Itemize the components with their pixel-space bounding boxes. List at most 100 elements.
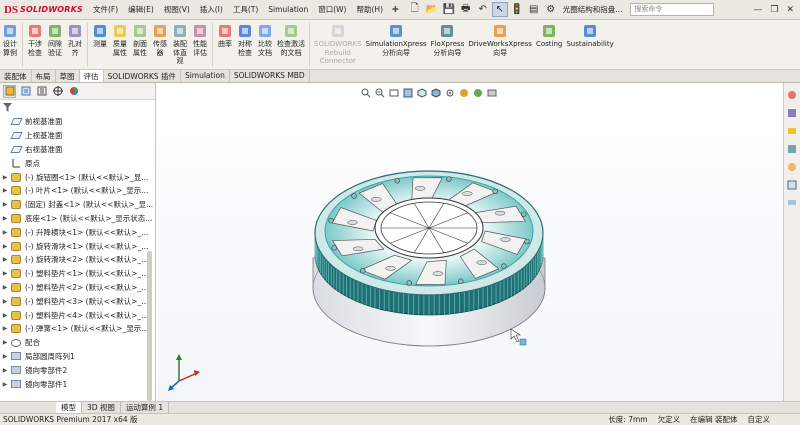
app-logo[interactable]: DS SOLIDWORKS — [0, 4, 88, 16]
command-tab-6[interactable]: SOLIDWORKS MBD — [230, 70, 310, 82]
undo-icon[interactable]: ↶ — [475, 2, 491, 17]
hole-align-button[interactable]: 孔对 齐 — [65, 23, 85, 57]
zoom-area-icon[interactable] — [374, 87, 386, 99]
tab-motion-study[interactable]: 运动算例 1 — [121, 402, 170, 413]
menu-simulation[interactable]: Simulation — [263, 5, 313, 14]
tree-item[interactable]: 上视基准面 — [0, 129, 155, 143]
tree-item[interactable]: ▶ 配合 — [0, 336, 155, 350]
interference-check-button[interactable]: 干涉 检查 — [25, 23, 45, 57]
tree-item[interactable]: ▶ (-) 塑料垫片<1> (默认<<默认>_... — [0, 267, 155, 281]
performance-evaluation-button[interactable]: 性能 评估 — [190, 23, 210, 57]
expand-arrow-icon[interactable]: ▶ — [0, 215, 10, 222]
tree-item[interactable]: ▶ (-) 塑料垫片<2> (默认<<默认>_... — [0, 281, 155, 295]
tree-item[interactable]: ▶ (-) 旋转滑块<1> (默认<<默认>_... — [0, 239, 155, 253]
appearances-icon[interactable] — [786, 161, 798, 173]
select-pointer-icon[interactable]: ↖ — [491, 2, 508, 17]
section-properties-button[interactable]: 剖面 属性 — [130, 23, 150, 57]
save-icon[interactable]: 💾 — [441, 2, 457, 17]
expand-arrow-icon[interactable]: ▶ — [0, 298, 10, 305]
tree-item[interactable]: ▶ (-) 塑料垫片<4> (默认<<默认>_... — [0, 308, 155, 322]
command-tab-2[interactable]: 草图 — [56, 70, 80, 82]
center-plate[interactable] — [374, 197, 484, 259]
expand-arrow-icon[interactable]: ▶ — [0, 381, 10, 388]
tree-item[interactable]: ▶ 镜向零部件1 — [0, 377, 155, 391]
menu-help[interactable]: 帮助(H) — [352, 4, 389, 15]
tree-item[interactable]: 前视基准面 — [0, 115, 155, 129]
measure-button[interactable]: 测量 — [90, 23, 110, 49]
hide-show-items-icon[interactable] — [444, 87, 456, 99]
section-view-icon[interactable] — [402, 87, 414, 99]
simulationxpress-button[interactable]: SimulationXpress 分析向导 — [364, 23, 429, 57]
search-commands-input[interactable]: 搜索命令 — [630, 3, 715, 16]
status-units[interactable]: 自定义 — [748, 414, 771, 425]
check-active-document-button[interactable]: 检查激活 的文档 — [275, 23, 307, 57]
tree-item[interactable]: 原点 — [0, 156, 155, 170]
expand-arrow-icon[interactable]: ▶ — [0, 270, 10, 277]
tab-3d-views[interactable]: 3D 视图 — [82, 402, 121, 413]
expand-arrow-icon[interactable]: ▶ — [0, 187, 10, 194]
floxpress-button[interactable]: FloXpress 分析向导 — [429, 23, 467, 57]
tree-item[interactable]: ▶ (-) 升降横块<1> (默认<<默认>_... — [0, 225, 155, 239]
clearance-verify-button[interactable]: 间隙 验证 — [45, 23, 65, 57]
tab-model[interactable]: 模型 — [56, 402, 82, 413]
expand-arrow-icon[interactable]: ▶ — [0, 201, 10, 208]
command-tab-3[interactable]: 评估 — [79, 70, 104, 82]
expand-arrow-icon[interactable]: ▶ — [0, 174, 10, 181]
expand-arrow-icon[interactable]: ▶ — [0, 325, 10, 332]
model-view[interactable] — [157, 83, 783, 401]
solidworks-resources-icon[interactable] — [786, 89, 798, 101]
expand-arrow-icon[interactable]: ▶ — [0, 229, 10, 236]
minimize-icon[interactable]: — — [753, 5, 762, 15]
command-tab-4[interactable]: SOLIDWORKS 插件 — [104, 70, 181, 82]
tree-scrollbar[interactable] — [147, 251, 152, 401]
custom-properties-icon[interactable] — [786, 179, 798, 191]
sustainability-button[interactable]: Sustainability — [564, 23, 615, 49]
symmetry-check-button[interactable]: 对称 检查 — [235, 23, 255, 57]
previous-view-icon[interactable] — [388, 87, 400, 99]
mass-properties-button[interactable]: 质量 属性 — [110, 23, 130, 57]
new-document-icon[interactable]: 🗋 — [407, 2, 423, 17]
restore-icon[interactable]: ❐ — [770, 5, 778, 15]
configuration-manager-tab-icon[interactable] — [35, 85, 48, 98]
display-style-icon[interactable] — [430, 87, 442, 99]
expand-arrow-icon[interactable]: ▶ — [0, 243, 10, 250]
traffic-light-icon[interactable]: 🚦 — [509, 2, 525, 17]
rebuild-icon[interactable]: ▤ — [526, 2, 542, 17]
tree-item[interactable]: ▶ (-) 弹簧<1> (默认<<默认>_显示... — [0, 322, 155, 336]
command-tab-0[interactable]: 装配体 — [0, 70, 32, 82]
zoom-to-fit-icon[interactable] — [360, 87, 372, 99]
rebuild-connector-button[interactable]: SOLIDWORKS Rebuild Connector — [312, 23, 364, 66]
file-explorer-icon[interactable] — [786, 125, 798, 137]
tree-item[interactable]: 右视基准面 — [0, 143, 155, 157]
driveworksxpress-button[interactable]: DriveWorksXpress 向导 — [466, 23, 534, 57]
tree-item[interactable]: ▶ 镜向零部件2 — [0, 363, 155, 377]
tree-filter[interactable] — [0, 100, 155, 115]
tree-item[interactable]: ▶ (固定) 封盖<1> (默认<<默认>_显... — [0, 198, 155, 212]
expand-arrow-icon[interactable]: ▶ — [0, 312, 10, 319]
tree-item[interactable]: ▶ (-) 叶片<1> (默认<<默认>_显示... — [0, 184, 155, 198]
options-gear-icon[interactable]: ⚙ — [543, 2, 559, 17]
compare-documents-button[interactable]: 比较 文档 — [255, 23, 275, 57]
tree-item[interactable]: ▶ 底座<1> (默认<<默认>_显示状态... — [0, 212, 155, 226]
design-library-icon[interactable] — [786, 107, 798, 119]
command-tab-5[interactable]: Simulation — [181, 70, 230, 82]
expand-arrow-icon[interactable]: ▶ — [0, 339, 10, 346]
property-manager-tab-icon[interactable] — [19, 85, 32, 98]
expand-arrow-icon[interactable]: ▶ — [0, 284, 10, 291]
menu-tools[interactable]: 工具(T) — [228, 4, 263, 15]
display-manager-tab-icon[interactable] — [67, 85, 80, 98]
close-icon[interactable]: ✕ — [786, 5, 794, 15]
graphics-area[interactable] — [157, 83, 783, 401]
view-palette-icon[interactable] — [786, 143, 798, 155]
design-study-button[interactable]: 设计 算例 — [0, 23, 20, 57]
tree-item[interactable]: ▶ (-) 旋转滑块<2> (默认<<默认>_... — [0, 253, 155, 267]
dimxpert-tab-icon[interactable] — [51, 85, 64, 98]
menu-insert[interactable]: 插入(I) — [195, 4, 228, 15]
curvature-button[interactable]: 曲率 — [215, 23, 235, 49]
menu-file[interactable]: 文件(F) — [88, 4, 123, 15]
edit-appearance-icon[interactable] — [458, 87, 470, 99]
command-tab-1[interactable]: 布局 — [32, 70, 56, 82]
expand-arrow-icon[interactable]: ▶ — [0, 256, 10, 263]
print-icon[interactable]: 🖶 — [458, 2, 474, 17]
view-orientation-icon[interactable] — [416, 87, 428, 99]
